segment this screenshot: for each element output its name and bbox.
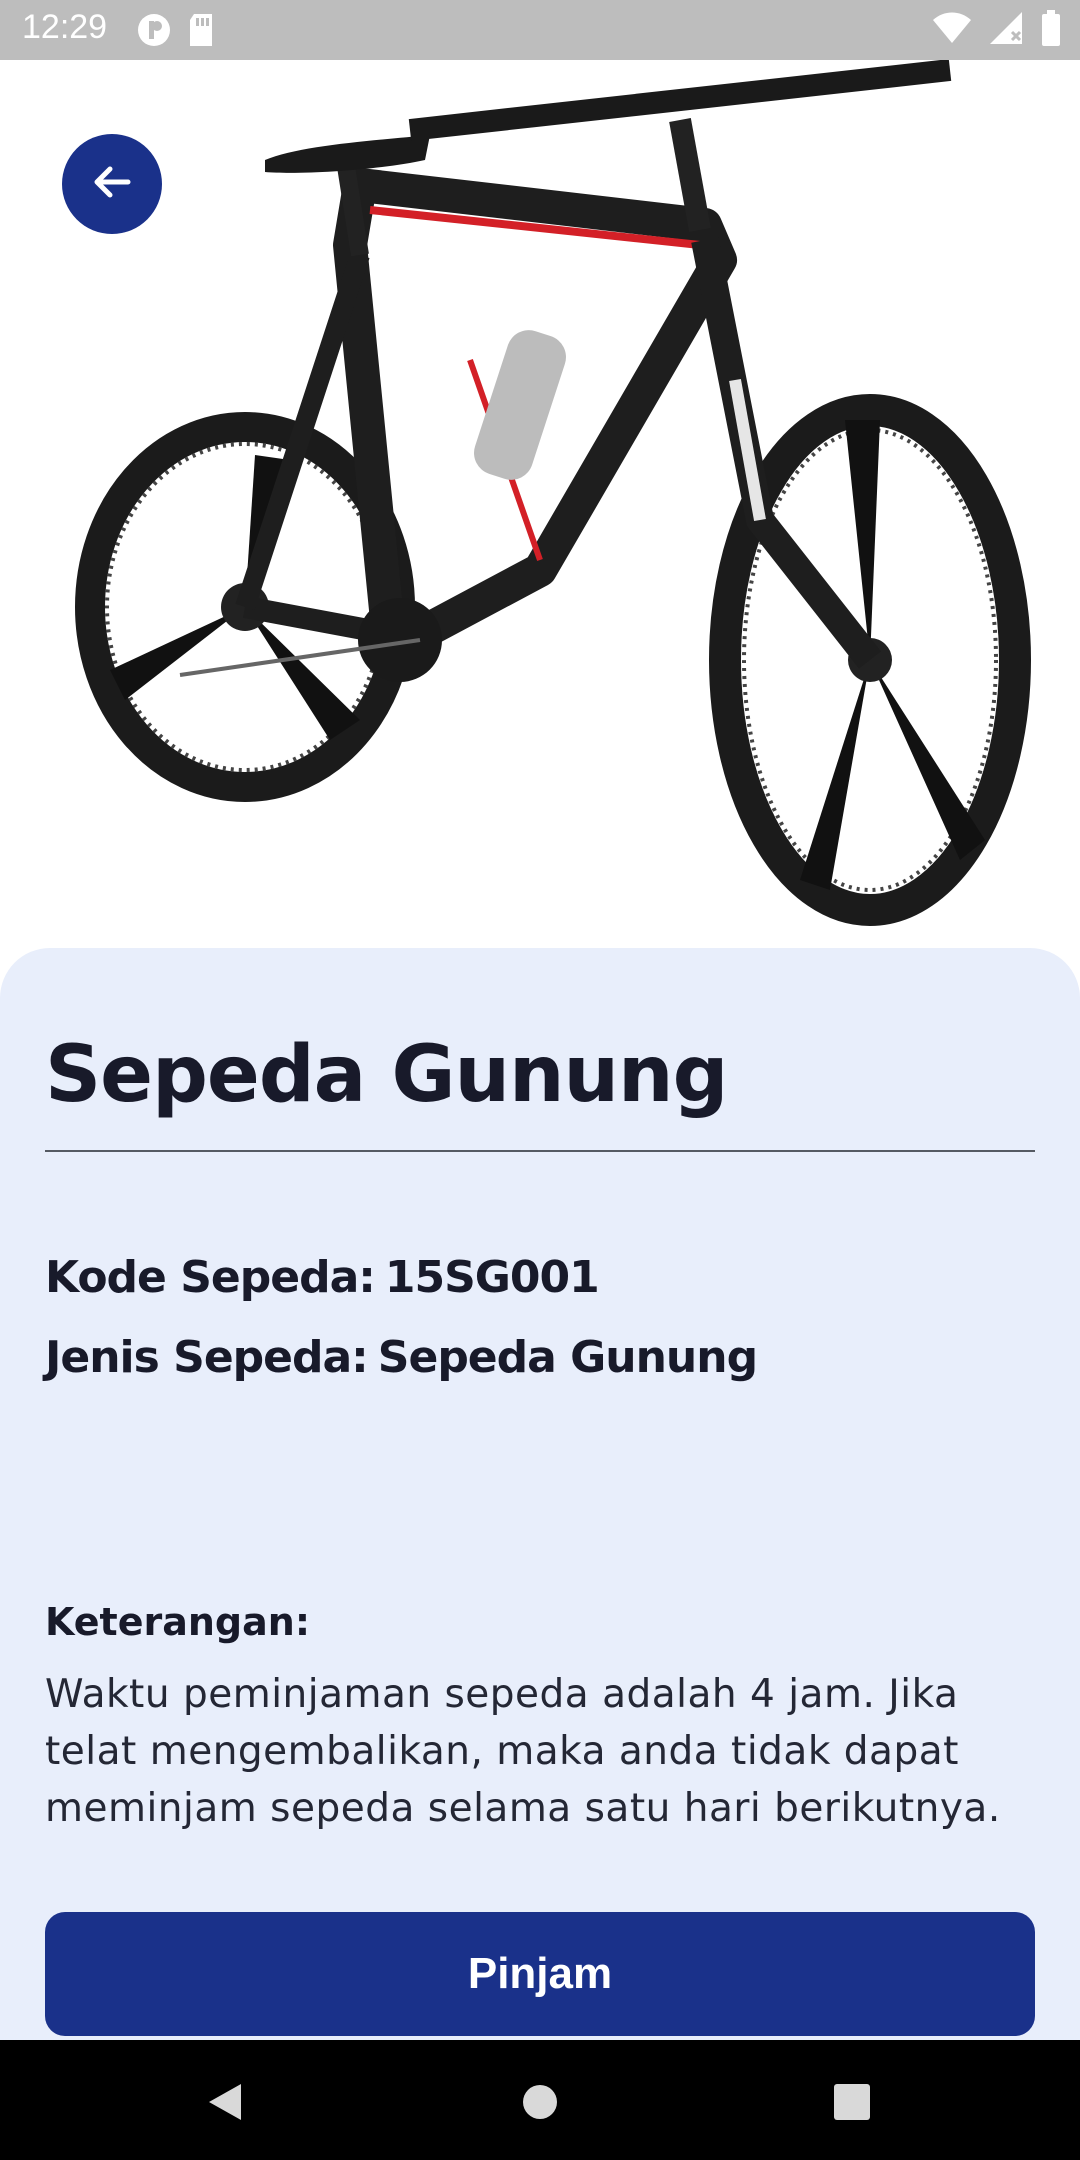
details-sheet: Sepeda Gunung Kode Sepeda: 15SG001 Jenis … (0, 948, 1080, 2040)
bike-code-value: 15SG001 (384, 1252, 600, 1303)
bicycle-image (0, 60, 1080, 960)
status-time: 12:29 (22, 8, 108, 46)
status-bar: 12:29 (0, 0, 1080, 60)
bike-type-row: Jenis Sepeda: Sepeda Gunung (45, 1332, 758, 1383)
note-label: Keterangan: (45, 1600, 311, 1644)
bike-type-label: Jenis Sepeda: (45, 1332, 369, 1383)
sd-card-icon (186, 12, 216, 53)
status-right-icons (932, 10, 1062, 51)
title-divider (45, 1150, 1035, 1152)
notification-icon (136, 12, 172, 53)
bike-type-value: Sepeda Gunung (377, 1332, 758, 1383)
page-title: Sepeda Gunung (45, 1030, 728, 1120)
back-button[interactable] (62, 134, 162, 234)
note-text: Waktu peminjaman sepeda adalah 4 jam. Ji… (45, 1672, 1001, 1831)
borrow-button[interactable]: Pinjam (45, 1912, 1035, 2036)
status-left-icons (136, 12, 216, 53)
navigation-bar (0, 2040, 1080, 2160)
recents-square-icon[interactable] (834, 2084, 870, 2125)
home-circle-icon[interactable] (522, 2084, 558, 2125)
signal-icon (988, 10, 1024, 51)
battery-icon (1040, 10, 1062, 51)
frame (179, 60, 952, 682)
back-triangle-icon[interactable] (205, 2082, 245, 2127)
bike-code-label: Kode Sepeda: (45, 1252, 376, 1303)
arrow-left-icon (88, 158, 136, 211)
bicycle-illustration (75, 60, 1031, 926)
wifi-icon (932, 11, 972, 50)
bike-code-row: Kode Sepeda: 15SG001 (45, 1252, 600, 1303)
